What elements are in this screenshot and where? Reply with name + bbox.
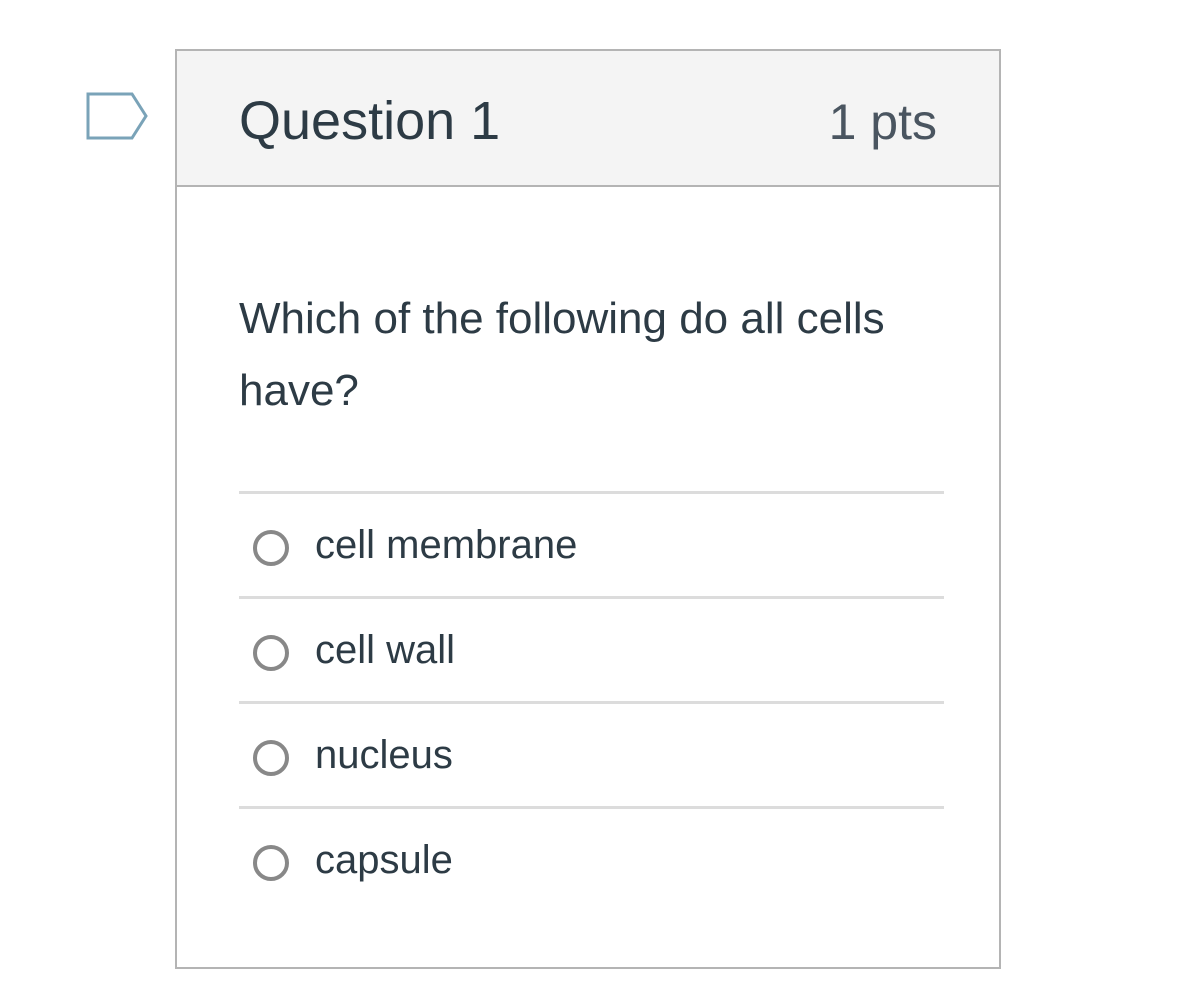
question-points: 1 pts (828, 94, 937, 150)
answer-label: cell membrane (315, 523, 578, 567)
radio-button[interactable] (253, 740, 289, 776)
answer-option[interactable]: capsule (239, 809, 944, 911)
flag-question-icon[interactable] (86, 92, 150, 140)
answer-option[interactable]: nucleus (239, 704, 944, 809)
radio-button[interactable] (253, 635, 289, 671)
radio-button[interactable] (253, 530, 289, 566)
radio-button[interactable] (253, 845, 289, 881)
answer-list: cell membrane cell wall nucleus capsule (239, 491, 944, 911)
question-text: Which of the following do all cells have… (239, 294, 885, 415)
answer-label: capsule (315, 838, 453, 882)
answer-option[interactable]: cell wall (239, 599, 944, 704)
answer-option[interactable]: cell membrane (239, 494, 944, 599)
answer-label: cell wall (315, 628, 456, 672)
question-title: Question 1 (239, 91, 501, 151)
answer-label: nucleus (315, 733, 453, 777)
question-header: Question 1 1 pts (177, 51, 999, 187)
question-card: Question 1 1 pts Which of the following … (175, 49, 1001, 969)
